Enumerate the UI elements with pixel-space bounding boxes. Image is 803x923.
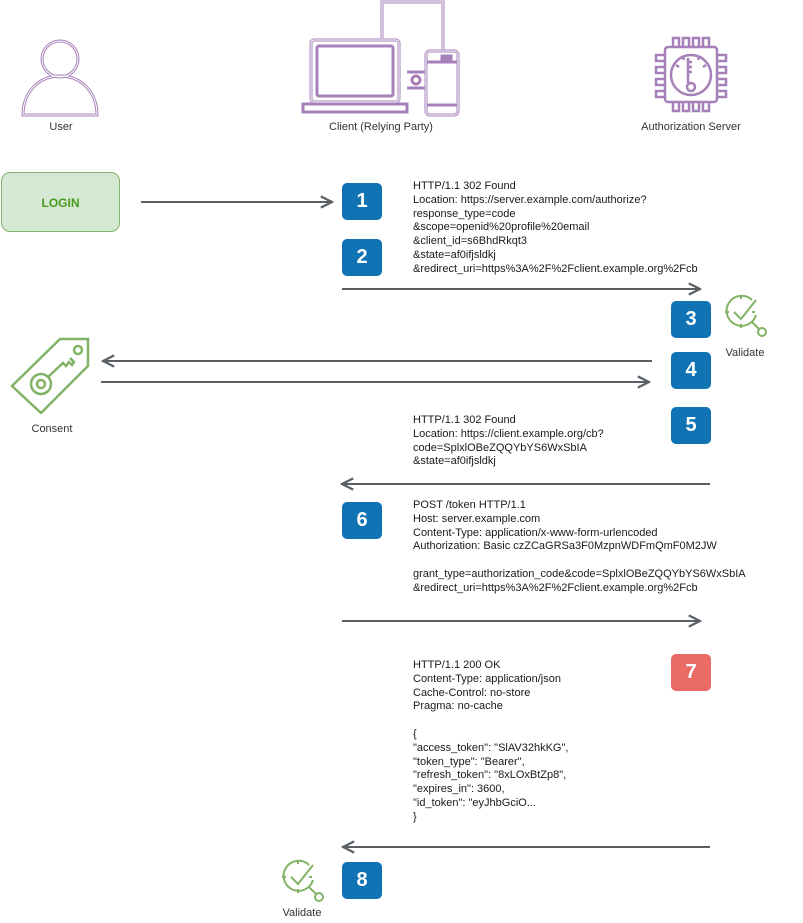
flow-arrows	[101, 0, 710, 923]
